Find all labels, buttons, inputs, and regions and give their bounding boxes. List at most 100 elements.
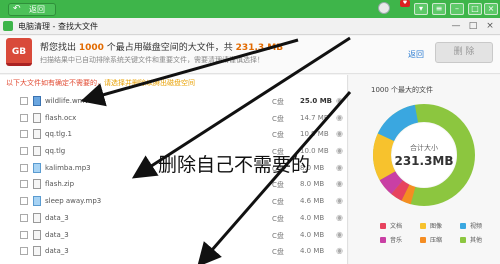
file-name: wildlife.wmv — [45, 97, 89, 105]
eye-icon[interactable]: ◉ — [336, 129, 343, 138]
table-row[interactable]: data_3 C盘 4.0 MB ◉ — [0, 227, 347, 244]
legend-doc: 文档 — [380, 221, 402, 230]
file-drive: C盘 — [272, 198, 284, 207]
total-size: 231.3 MB — [235, 43, 284, 53]
summary-mid: 个最占用磁盘空间的大文件，共 — [103, 43, 236, 53]
back-button[interactable]: ↶ 返回 — [8, 3, 56, 16]
row-checkbox[interactable] — [20, 130, 28, 139]
file-name: qq.tlg.1 — [45, 130, 72, 139]
eye-icon[interactable]: ◉ — [336, 230, 343, 239]
shirt-icon[interactable]: ▾ — [414, 3, 428, 15]
file-icon — [33, 146, 41, 157]
file-size: 4.0 MB — [300, 247, 325, 256]
row-checkbox[interactable] — [20, 113, 28, 122]
file-icon — [33, 179, 41, 190]
summary-line: 帮您找出 1000 个最占用磁盘空间的大文件，共 231.3 MB — [40, 40, 283, 53]
file-icon — [33, 212, 41, 223]
list-hint-orange: 请选择并删除以腾出磁盘空间 — [104, 79, 195, 87]
app-icon — [3, 21, 13, 31]
menu-icon[interactable]: ≡ — [432, 3, 446, 15]
list-hint-red: 以下大文件如有确定不需要的， — [6, 79, 104, 87]
table-row[interactable]: data_3 C盘 4.0 MB ◉ — [0, 243, 347, 260]
file-name: kalimba.mp3 — [45, 163, 91, 172]
file-size: 8.0 MB — [300, 180, 325, 189]
window-close-icon[interactable]: × — [482, 20, 498, 32]
eye-icon[interactable]: ◉ — [336, 113, 343, 122]
file-name: data_3 — [45, 230, 69, 239]
legend-other: 其他 — [460, 235, 482, 244]
table-row[interactable]: qq.tlg.1 C盘 10.9 MB ◉ — [0, 126, 347, 143]
stats-panel: 1000 个最大的文件 合计大小 231.3MB 文档 图像 视频 音乐 压缩 … — [349, 75, 500, 264]
eye-icon[interactable]: ◉ — [336, 246, 343, 255]
file-name: sleep away.mp3 — [45, 197, 102, 206]
file-drive: C盘 — [272, 248, 284, 257]
row-checkbox[interactable] — [20, 180, 28, 189]
file-drive: C盘 — [272, 214, 284, 223]
eye-icon[interactable]: ◉ — [336, 179, 343, 188]
maximize-icon[interactable]: □ — [468, 3, 482, 15]
table-row[interactable]: data_3 C盘 4.0 MB ◉ — [0, 210, 347, 227]
file-drive: C盘 — [272, 181, 284, 190]
file-icon — [33, 229, 41, 240]
row-checkbox[interactable] — [20, 247, 28, 256]
return-link[interactable]: 返回 — [408, 49, 424, 60]
annotation-text: 删除自己不需要的 — [158, 154, 311, 176]
file-icon — [33, 162, 41, 173]
table-row[interactable]: sleep away.mp3 C盘 4.6 MB ◉ — [0, 193, 347, 210]
file-drive: C盘 — [272, 98, 284, 106]
file-icon — [33, 96, 41, 106]
file-name: flash.zip — [45, 180, 75, 189]
window-titlebar: 电脑清理 - 查找大文件 — □ × — [0, 18, 500, 35]
delete-button[interactable]: 删 除 — [435, 42, 493, 63]
row-checkbox[interactable] — [20, 163, 28, 172]
file-count: 1000 — [78, 43, 104, 53]
back-arrow-icon: ↶ — [13, 4, 21, 14]
row-checkbox[interactable] — [20, 147, 28, 156]
donut-center-label: 合计大小 — [410, 143, 438, 152]
eye-icon[interactable]: ◉ — [336, 163, 343, 172]
close-icon[interactable]: × — [484, 3, 498, 15]
file-icon — [33, 112, 41, 123]
eye-icon[interactable]: ◉ — [336, 213, 343, 222]
file-size: 25.0 MB — [300, 97, 333, 105]
row-checkbox[interactable] — [20, 97, 28, 105]
file-icon — [33, 196, 41, 207]
notification-badge: ♥ — [400, 0, 410, 7]
donut-center-value: 231.3MB — [394, 154, 453, 168]
legend-zip: 压缩 — [420, 235, 442, 244]
file-size: 4.0 MB — [300, 213, 325, 222]
file-name: flash.ocx — [45, 113, 77, 122]
summary-note: 扫描结果中已自动排除系统关键文件和重要文件，需要清理请谨慎选择！ — [40, 56, 264, 64]
panel-title: 1000 个最大的文件 — [371, 86, 434, 94]
user-avatar-icon[interactable] — [378, 2, 390, 14]
file-name: data_3 — [45, 213, 69, 222]
back-label: 返回 — [29, 5, 45, 14]
eye-icon[interactable]: ◉ — [336, 96, 343, 105]
file-name: data_3 — [45, 247, 69, 256]
window-maximize-icon[interactable]: □ — [465, 20, 481, 32]
file-drive: C盘 — [272, 131, 284, 140]
legend-image: 图像 — [420, 221, 442, 230]
file-size: 4.0 MB — [300, 230, 325, 239]
eye-icon[interactable]: ◉ — [336, 196, 343, 205]
list-hint: 以下大文件如有确定不需要的，请选择并删除以腾出磁盘空间 — [6, 78, 195, 88]
eye-icon[interactable]: ◉ — [336, 146, 343, 155]
summary-header: GB 帮您找出 1000 个最占用磁盘空间的大文件，共 231.3 MB 扫描结… — [0, 36, 500, 74]
minimize-icon[interactable]: – — [450, 3, 464, 15]
file-size: 10.9 MB — [300, 130, 329, 139]
table-row[interactable]: wildlife.wmv C盘 25.0 MB ◉ — [0, 93, 347, 110]
row-checkbox[interactable] — [20, 230, 28, 239]
row-checkbox[interactable] — [20, 213, 28, 222]
file-name: qq.tlg — [45, 147, 66, 156]
size-donut-chart: 合计大小 231.3MB — [373, 104, 475, 206]
file-size: 4.6 MB — [300, 197, 325, 206]
table-row[interactable]: flash.ocx C盘 14.7 MB ◉ — [0, 110, 347, 127]
window-minimize-icon[interactable]: — — [448, 20, 464, 32]
legend-video: 视频 — [460, 221, 482, 230]
file-icon — [33, 246, 41, 257]
file-drive: C盘 — [272, 114, 284, 123]
table-row[interactable]: flash.zip C盘 8.0 MB ◉ — [0, 176, 347, 193]
top-green-bar: ↶ 返回 ♥ ▾ ≡ – □ × — [0, 0, 500, 18]
row-checkbox[interactable] — [20, 197, 28, 206]
file-size: 14.7 MB — [300, 113, 329, 122]
